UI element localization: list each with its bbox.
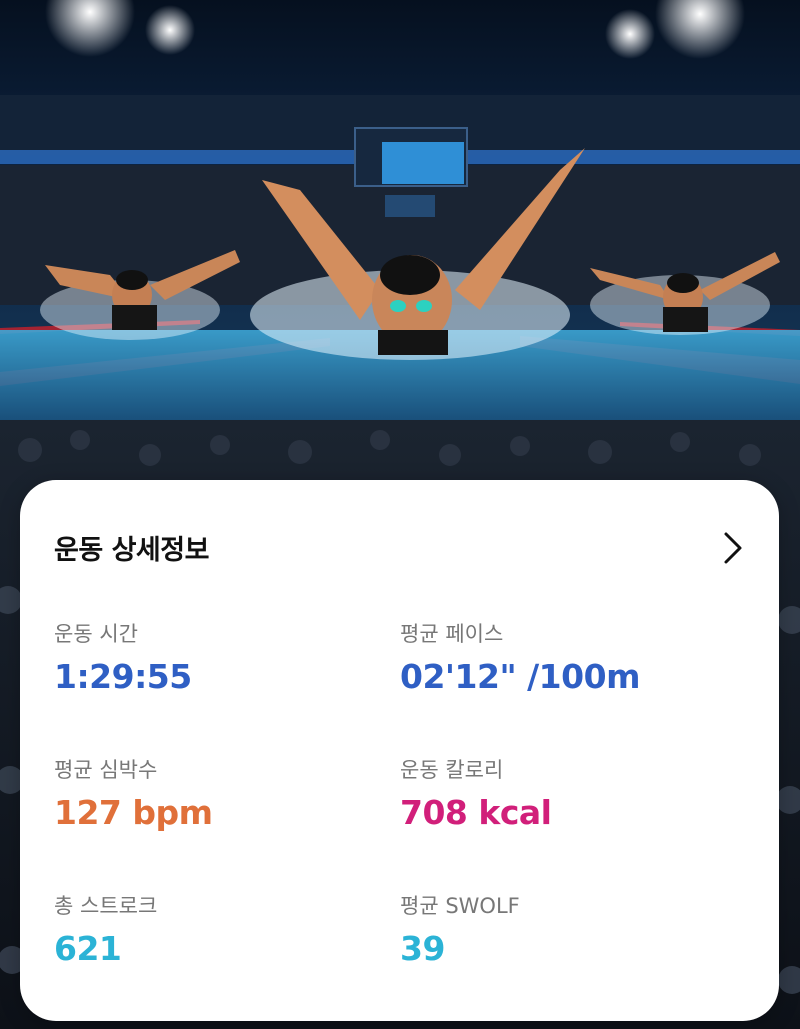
stat-average-heart-rate: 평균 심박수 127 bpm (54, 756, 384, 834)
stat-value: 708 kcal (400, 793, 552, 832)
stat-label: 평균 페이스 (400, 622, 504, 646)
stat-average-swolf: 평균 SWOLF 39 (400, 892, 730, 970)
chevron-right-icon[interactable] (718, 530, 748, 566)
workout-detail-screen: 운동 상세정보 운동 시간 1:29:55 평균 페이스 02'12" /100… (0, 0, 800, 1029)
stat-value: 1:29:55 (54, 657, 192, 696)
stat-value: 127 bpm (54, 793, 213, 832)
stat-calories: 운동 칼로리 708 kcal (400, 756, 730, 834)
stat-value: 39 (400, 929, 445, 968)
stat-total-strokes: 총 스트로크 621 (54, 892, 384, 970)
card-title: 운동 상세정보 (54, 535, 209, 566)
stat-label: 총 스트로크 (54, 894, 158, 918)
stat-label: 운동 시간 (54, 622, 138, 646)
workout-detail-card: 운동 상세정보 운동 시간 1:29:55 평균 페이스 02'12" /100… (20, 480, 779, 1021)
stat-average-pace: 평균 페이스 02'12" /100m (400, 620, 730, 698)
stat-label: 운동 칼로리 (400, 758, 504, 782)
stat-value: 621 (54, 929, 122, 968)
stat-workout-time: 운동 시간 1:29:55 (54, 620, 384, 698)
stat-label: 평균 SWOLF (400, 894, 520, 918)
card-header[interactable]: 운동 상세정보 (54, 528, 744, 568)
stat-value: 02'12" /100m (400, 657, 640, 696)
stat-label: 평균 심박수 (54, 758, 158, 782)
